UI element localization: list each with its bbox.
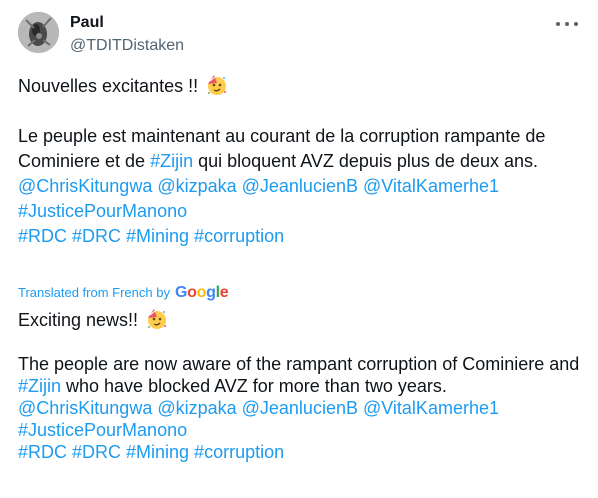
party-face-icon [148, 309, 167, 329]
original-paragraph-2: Le peuple est maintenant au courant de l… [18, 126, 546, 171]
avatar-image [18, 12, 59, 53]
party-face-icon [208, 75, 227, 95]
hashtag-zijin-link[interactable]: #Zijin [150, 151, 193, 171]
translated-paragraph-2: The people are now aware of the rampant … [18, 354, 580, 396]
original-hashtag-justice[interactable]: #JusticePourManono [18, 199, 580, 224]
author-handle[interactable]: @TDITDistaken [70, 36, 184, 56]
avatar[interactable] [18, 12, 59, 53]
translated-hashtags[interactable]: #RDC #DRC #Mining #corruption [18, 441, 580, 463]
original-mentions[interactable]: @ChrisKitungwa @kizpaka @JeanlucienB @Vi… [18, 174, 580, 199]
google-logo: Google [174, 284, 229, 301]
translation-attribution: Translated from French by Google [18, 284, 229, 301]
translated-mentions[interactable]: @ChrisKitungwa @kizpaka @JeanlucienB @Vi… [18, 397, 580, 419]
original-hashtags[interactable]: #RDC #DRC #Mining #corruption [18, 224, 580, 249]
translated-line-1: Exciting news!! [18, 308, 580, 331]
author-name[interactable]: Paul [70, 13, 104, 33]
more-horizontal-icon [556, 22, 560, 26]
translated-hashtag-justice[interactable]: #JusticePourManono [18, 419, 580, 441]
tweet-text-original: Nouvelles excitantes !! Le peuple est ma… [18, 74, 580, 249]
hashtag-zijin-link[interactable]: #Zijin [18, 376, 61, 396]
more-options-button[interactable] [556, 14, 578, 34]
original-line-1: Nouvelles excitantes !! [18, 74, 580, 99]
tweet-text-translated: Exciting news!! The people are now aware… [18, 308, 580, 463]
translation-label[interactable]: Translated from French by [18, 285, 170, 301]
